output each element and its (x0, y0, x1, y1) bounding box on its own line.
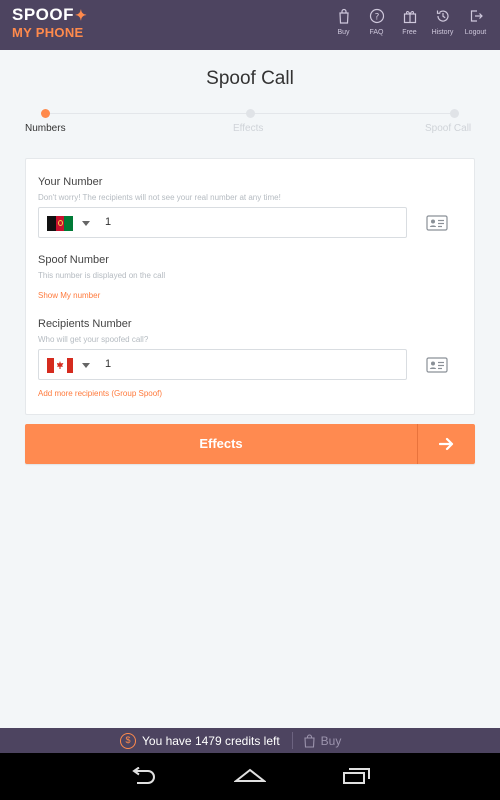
country-flag-afghanistan[interactable] (47, 216, 73, 231)
contact-card-icon[interactable] (426, 215, 448, 231)
nav-history-label: History (431, 29, 454, 36)
step-label-spoof-call[interactable]: Spoof Call (425, 123, 471, 134)
sound-wave-icon: ✦ (75, 6, 88, 23)
button-divider (417, 424, 418, 464)
credits-text: You have 1479 credits left (142, 733, 280, 748)
effects-button-label: Effects (199, 436, 243, 451)
recent-apps-icon[interactable] (342, 767, 372, 785)
nav-logout[interactable]: Logout (459, 8, 492, 36)
nav-logout-label: Logout (464, 29, 487, 36)
svg-text:?: ? (374, 13, 379, 23)
nav-buy[interactable]: Buy (327, 8, 360, 36)
question-circle-icon: ? (369, 8, 384, 24)
your-number-hint: Don't worry! The recipients will not see… (38, 193, 281, 202)
nav-buy-label: Buy (337, 29, 350, 36)
dollar-coin-icon: $ (120, 732, 136, 749)
credits-divider (291, 732, 293, 749)
app-header: SPOOF ✦ MY PHONE Buy ? FAQ Free History L… (0, 0, 500, 50)
step-dot-spoof-call (450, 109, 459, 118)
shopping-bag-icon (304, 733, 315, 748)
step-dot-numbers (41, 109, 50, 118)
country-dropdown-caret-icon[interactable] (82, 363, 90, 368)
step-label-effects[interactable]: Effects (233, 123, 263, 134)
spoof-number-label: Spoof Number (38, 254, 109, 266)
your-number-label: Your Number (38, 176, 103, 188)
country-flag-canada[interactable] (47, 358, 73, 373)
step-label-numbers[interactable]: Numbers (25, 123, 66, 134)
contact-card-icon[interactable] (426, 357, 448, 373)
nav-history[interactable]: History (426, 8, 459, 36)
nav-free-label: Free (402, 29, 417, 36)
numbers-form-card: Your Number Don't worry! The recipients … (25, 158, 475, 415)
system-navigation-bar (0, 753, 500, 800)
nav-faq[interactable]: ? FAQ (360, 8, 393, 36)
show-my-number-link[interactable]: Show My number (38, 291, 100, 300)
nav-faq-label: FAQ (369, 29, 384, 36)
logout-icon (470, 10, 483, 22)
top-nav: Buy ? FAQ Free History Logout (327, 8, 492, 36)
credits-bar: $ You have 1479 credits left Buy (0, 728, 500, 753)
back-icon[interactable] (128, 767, 158, 785)
history-icon (436, 10, 449, 22)
country-dropdown-caret-icon[interactable] (82, 221, 90, 226)
step-dot-effects (246, 109, 255, 118)
buy-credits-label: Buy (320, 733, 342, 748)
your-number-input[interactable]: 1 (105, 216, 111, 228)
recipients-number-input[interactable]: 1 (105, 358, 111, 370)
gift-icon (403, 11, 416, 24)
page-title: Spoof Call (206, 68, 294, 89)
recipients-number-hint: Who will get your spoofed call? (38, 335, 149, 344)
recipients-number-label: Recipients Number (38, 318, 132, 330)
buy-credits-button[interactable]: Buy (303, 733, 342, 748)
your-number-field: 1 (38, 207, 407, 238)
logo-text-my-phone: MY PHONE (12, 25, 84, 40)
app-logo[interactable]: SPOOF ✦ MY PHONE (12, 6, 87, 39)
shopping-bag-icon (338, 8, 349, 24)
logo-text-spoof: SPOOF (12, 5, 75, 24)
effects-button[interactable]: Effects (25, 424, 475, 464)
add-recipients-link[interactable]: Add more recipients (Group Spoof) (38, 389, 162, 398)
recipients-number-field: 1 (38, 349, 407, 380)
nav-free[interactable]: Free (393, 8, 426, 36)
spoof-number-hint: This number is displayed on the call (38, 271, 166, 280)
home-icon[interactable] (234, 767, 266, 783)
arrow-right-icon (439, 437, 454, 451)
